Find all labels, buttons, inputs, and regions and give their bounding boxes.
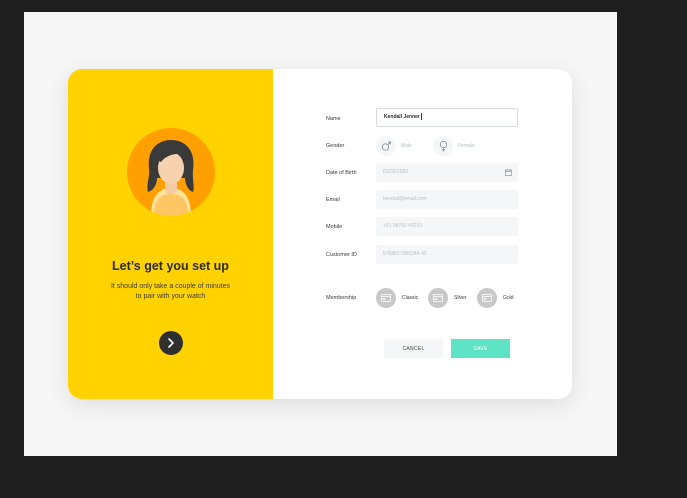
email-placeholder: kendall@email.com — [383, 196, 427, 202]
male-icon — [381, 141, 391, 151]
mobile-input[interactable]: +91 98765 43210 — [376, 217, 518, 236]
membership-label: Membership — [326, 295, 357, 301]
text-caret — [420, 113, 422, 121]
avatar — [127, 128, 215, 216]
gender-female-label: Female — [458, 143, 475, 149]
membership-silver-label: Silver — [454, 295, 467, 301]
dob-placeholder: 01/02/1983 — [383, 169, 409, 175]
cancel-button[interactable]: CANCEL — [384, 339, 443, 358]
gender-male-label: Male — [401, 143, 412, 149]
setup-card: Let’s get you set up It should only take… — [68, 69, 572, 399]
customer-id-input[interactable]: 576862-DB8348-45 — [376, 245, 518, 264]
membership-classic-label: Classic — [402, 295, 419, 301]
calendar-icon[interactable] — [505, 169, 512, 176]
name-value: Kendall Jenner — [384, 114, 420, 120]
card-icon — [381, 294, 391, 302]
email-label: Email — [326, 197, 340, 203]
welcome-title: Let’s get you set up — [112, 259, 229, 273]
dob-input[interactable]: 01/02/1983 — [376, 163, 518, 182]
membership-radio-silver[interactable] — [428, 288, 448, 308]
gender-radio-female[interactable] — [433, 136, 453, 156]
gender-radio-male[interactable] — [376, 136, 396, 156]
welcome-subtitle: It should only take a couple of minutes … — [88, 282, 253, 302]
membership-radio-classic[interactable] — [376, 288, 396, 308]
membership-radio-gold[interactable] — [477, 288, 497, 308]
mobile-placeholder: +91 98765 43210 — [383, 223, 423, 229]
next-button[interactable] — [159, 331, 183, 355]
customer-id-placeholder: 576862-DB8348-45 — [383, 251, 427, 257]
chevron-right-icon — [168, 338, 174, 348]
membership-gold-label: Gold — [503, 295, 514, 301]
profile-form: Name Kendall Jenner Gender Male Female D… — [273, 69, 572, 399]
gender-label: Gender — [326, 143, 345, 149]
female-icon — [439, 140, 448, 152]
avatar-illustration-icon — [147, 140, 194, 216]
welcome-panel: Let’s get you set up It should only take… — [68, 69, 273, 399]
welcome-subtitle-line-1: It should only take a couple of minutes — [110, 283, 231, 290]
dob-label: Date of Birth — [326, 170, 357, 176]
mobile-label: Mobile — [326, 224, 343, 230]
name-input[interactable]: Kendall Jenner — [376, 108, 518, 127]
name-label: Name — [326, 116, 341, 122]
card-icon — [482, 294, 492, 302]
email-input[interactable]: kendall@email.com — [376, 190, 518, 209]
customer-id-label: Customer ID — [326, 252, 357, 258]
save-button[interactable]: SAVE — [451, 339, 510, 358]
welcome-subtitle-line-2: to pair with your watch — [135, 293, 206, 300]
card-icon — [433, 294, 443, 302]
